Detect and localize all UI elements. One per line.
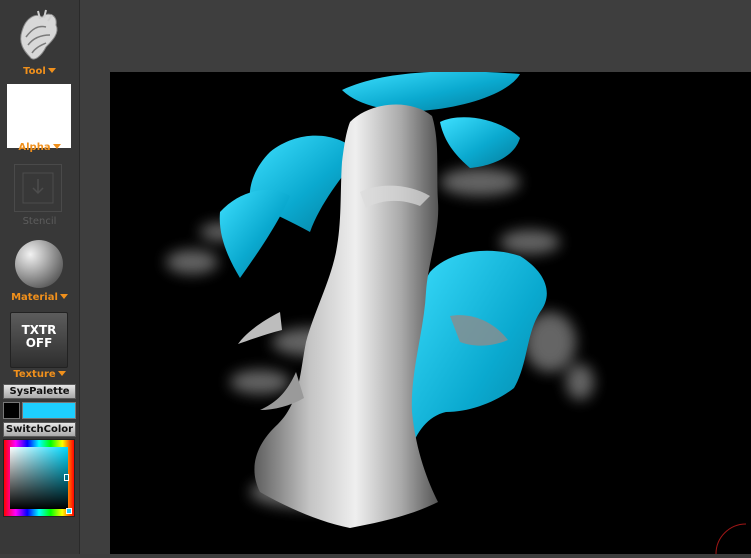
sphere-material-icon[interactable] xyxy=(15,240,63,288)
brush-tool-icon xyxy=(20,9,58,60)
tool-label[interactable]: Tool xyxy=(0,66,79,78)
chevron-down-icon xyxy=(59,294,68,299)
saturation-value-square[interactable] xyxy=(10,447,68,509)
chevron-down-icon xyxy=(52,144,61,149)
canvas-corner-arc xyxy=(715,523,747,555)
main-color-swatch[interactable] xyxy=(22,402,76,419)
color-picker[interactable] xyxy=(3,439,75,517)
chevron-down-icon xyxy=(47,68,56,73)
secondary-color-swatch[interactable] xyxy=(3,402,20,419)
color-picker-handle[interactable] xyxy=(64,474,69,481)
stencil-label: Stencil xyxy=(22,216,57,227)
stencil-thumbnail[interactable] xyxy=(14,164,62,212)
material-label[interactable]: Material xyxy=(0,292,79,304)
texture-label[interactable]: Texture xyxy=(0,369,79,381)
switchcolor-button[interactable]: SwitchColor xyxy=(3,422,76,437)
document-canvas[interactable] xyxy=(110,71,751,555)
chevron-down-icon xyxy=(57,371,66,376)
sculpt-viewport[interactable] xyxy=(110,71,751,555)
syspalette-button[interactable]: SysPalette xyxy=(3,384,76,399)
tool-thumbnail[interactable] xyxy=(16,7,64,65)
alpha-swatch[interactable] xyxy=(7,84,71,148)
alpha-label[interactable]: Alpha xyxy=(0,142,79,154)
stencil-icon xyxy=(22,172,54,204)
texture-button-line2: OFF xyxy=(25,336,53,350)
left-tray: Tool Alpha Stencil Material TXTR OFF Tex… xyxy=(0,0,80,554)
picker-corner-handle[interactable] xyxy=(66,508,72,514)
texture-off-button[interactable]: TXTR OFF xyxy=(10,312,68,368)
